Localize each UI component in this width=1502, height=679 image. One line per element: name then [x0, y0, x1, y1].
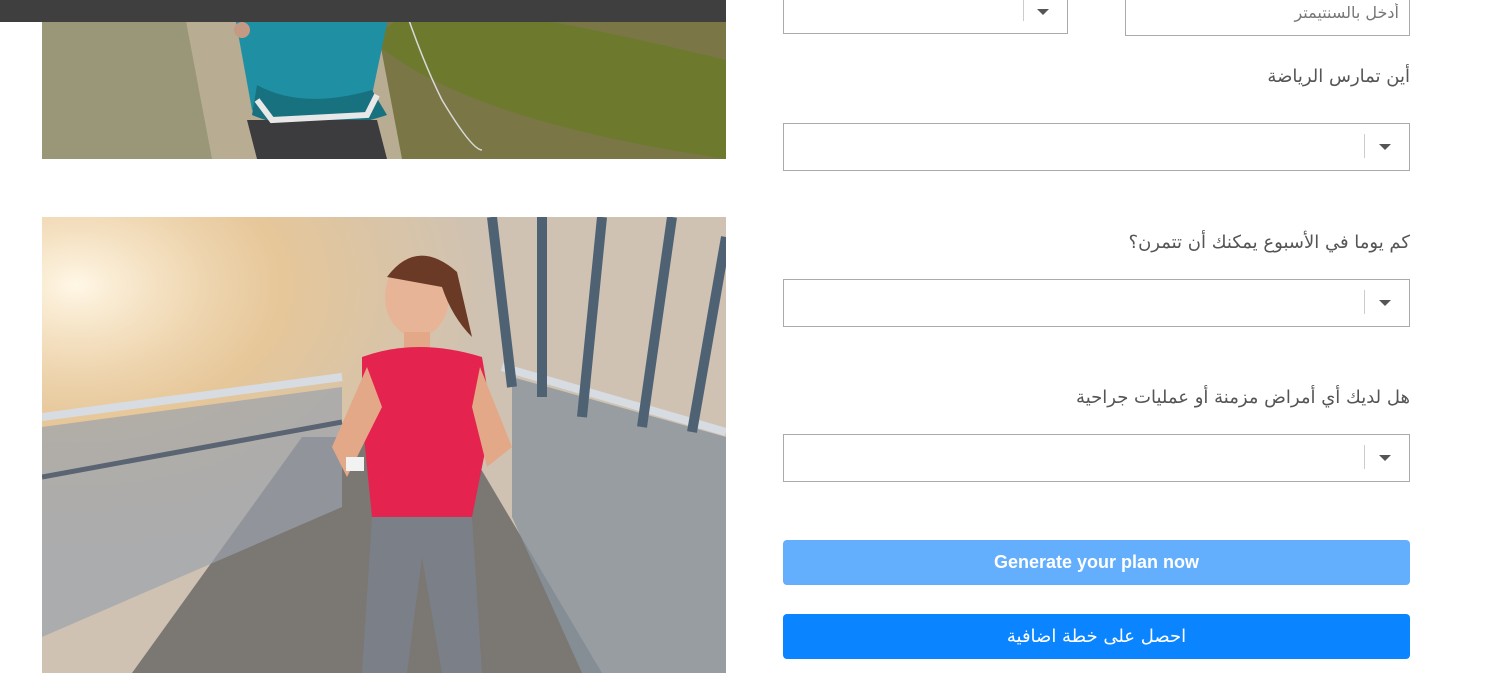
question-label-days-per-week: كم يوما في الأسبوع يمكنك أن تتمرن؟	[1128, 232, 1410, 253]
chevron-down-icon	[1379, 300, 1391, 306]
workout-location-select[interactable]	[783, 123, 1410, 171]
select-divider	[1364, 445, 1365, 469]
chevron-down-icon	[1379, 455, 1391, 461]
chevron-down-icon	[1037, 9, 1049, 15]
get-extra-plan-button[interactable]: احصل على خطة اضافية	[783, 614, 1410, 659]
fitness-form: أين تمارس الرياضة كم يوما في الأسبوع يمك…	[783, 0, 1410, 679]
generate-plan-button[interactable]: Generate your plan now	[783, 540, 1410, 585]
select-divider	[1023, 0, 1024, 21]
unit-select[interactable]	[783, 0, 1068, 34]
height-field[interactable]	[1126, 0, 1409, 35]
top-bar	[0, 0, 726, 22]
select-divider	[1364, 290, 1365, 314]
runner-photo-top	[42, 0, 726, 159]
runner-bridge-illustration	[42, 217, 726, 673]
chronic-conditions-select[interactable]	[783, 434, 1410, 482]
days-per-week-select[interactable]	[783, 279, 1410, 327]
runner-jacket-illustration	[42, 0, 726, 159]
runner-photo-bridge	[42, 217, 726, 673]
chevron-down-icon	[1379, 144, 1391, 150]
question-label-chronic-conditions: هل لديك أي أمراض مزمنة أو عمليات جراحية	[1076, 387, 1410, 408]
height-input[interactable]	[1125, 0, 1410, 36]
question-label-workout-location: أين تمارس الرياضة	[1267, 66, 1410, 87]
page: أين تمارس الرياضة كم يوما في الأسبوع يمك…	[0, 0, 1502, 679]
select-divider	[1364, 134, 1365, 158]
